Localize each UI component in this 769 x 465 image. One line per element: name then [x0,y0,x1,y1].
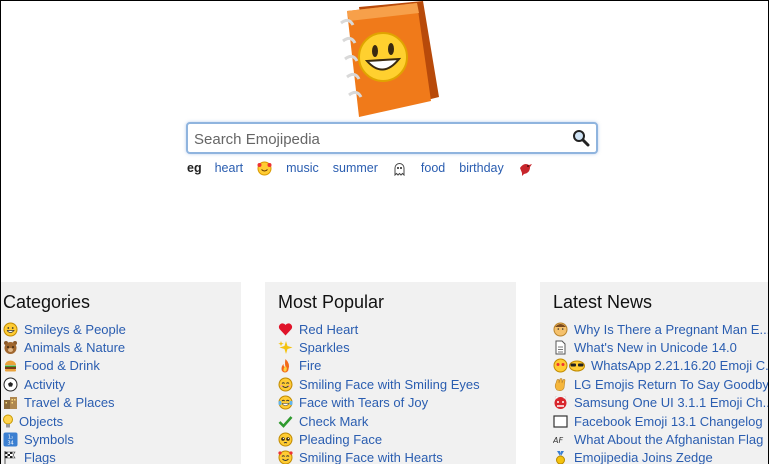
ghost-icon[interactable] [392,161,407,176]
list-item[interactable]: Fire [278,357,480,375]
list-item[interactable]: Facebook Emoji 13.1 Changelog [553,412,768,430]
medal-icon [553,450,568,464]
list-item[interactable]: Smiling Face with Hearts [278,449,480,464]
popular-link[interactable]: Pleading Face [299,432,382,447]
input-symbols-icon: 1₂ 34 [3,432,18,447]
list-item[interactable]: Food & Drink [3,357,126,375]
light-bulb-icon [3,414,13,429]
af-flag-icon: AF [553,432,568,447]
list-item[interactable]: What's New in Unicode 14.0 [553,338,768,356]
whatsapp-faces-icon [553,358,585,373]
category-link[interactable]: Activity [24,377,65,392]
news-link[interactable]: What's New in Unicode 14.0 [574,340,737,355]
page-icon [553,340,568,355]
red-heart-icon [278,322,293,337]
square-icon [553,414,568,429]
list-item[interactable]: Objects [3,412,126,430]
list-item[interactable]: Samsung One UI 3.1.1 Emoji Ch... [553,394,768,412]
most-popular-list: Red Heart Sparkles Fire Smiling Face wit… [278,320,480,464]
latest-news-panel: Latest News Why Is There a Pregnant Man … [540,282,768,464]
suggestion-summer[interactable]: summer [333,161,378,175]
search-suggestions: eg heart music summer food birthday [187,159,547,177]
smiling-eyes-icon [278,377,293,392]
popular-link[interactable]: Red Heart [299,322,358,337]
list-item[interactable]: LG Emojis Return To Say Goodbye [553,375,768,393]
suggestion-food[interactable]: food [421,161,445,175]
category-link[interactable]: Objects [19,414,63,429]
fire-icon [278,358,293,373]
list-item[interactable]: AF What About the Afghanistan Flag ... [553,430,768,448]
news-link[interactable]: Why Is There a Pregnant Man E... [574,322,768,337]
list-item[interactable]: Emojipedia Joins Zedge [553,449,768,464]
popular-link[interactable]: Smiling Face with Smiling Eyes [299,377,480,392]
svg-text:AF: AF [553,436,563,445]
bird-icon[interactable] [518,161,533,176]
emojipedia-logo-icon[interactable] [331,1,443,117]
list-item[interactable]: Face with Tears of Joy [278,394,480,412]
list-item[interactable]: 1₂ 34 Symbols [3,430,126,448]
sparkles-icon [278,340,293,355]
page: eg heart music summer food birthday Cate… [0,0,769,464]
pleading-face-icon [278,432,293,447]
most-popular-title: Most Popular [278,292,385,312]
popular-link[interactable]: Check Mark [299,414,368,429]
svg-text:34: 34 [7,441,13,447]
check-mark-icon [278,414,293,429]
list-item[interactable]: Red Heart [278,320,480,338]
suggestion-birthday[interactable]: birthday [459,161,503,175]
pregnant-man-icon [553,322,568,337]
news-link[interactable]: Emojipedia Joins Zedge [574,450,713,464]
popular-link[interactable]: Face with Tears of Joy [299,395,428,410]
grinning-face-icon [3,322,18,337]
news-link[interactable]: Facebook Emoji 13.1 Changelog [574,414,763,429]
ogre-icon [553,395,568,410]
hamburger-icon [3,358,18,373]
bear-icon [3,340,18,355]
latest-news-title: Latest News [553,292,653,312]
smiling-face-with-hearts-icon[interactable] [257,161,272,176]
list-item[interactable]: WhatsApp 2.21.16.20 Emoji C... [553,357,768,375]
category-link[interactable]: Animals & Nature [24,340,125,355]
smiling-face-with-hearts-icon [278,450,293,464]
categories-list: Smileys & People Animals & Nature Food &… [3,320,126,464]
categories-panel: Categories Smileys & People Animals & Na… [1,282,241,464]
category-link[interactable]: Symbols [24,432,74,447]
list-item[interactable]: Animals & Nature [3,338,126,356]
search-box [186,122,598,154]
list-item[interactable]: Sparkles [278,338,480,356]
suggestion-heart[interactable]: heart [215,161,244,175]
category-link[interactable]: Food & Drink [24,358,100,373]
most-popular-panel: Most Popular Red Heart Sparkles Fire Smi… [265,282,516,464]
popular-link[interactable]: Sparkles [299,340,350,355]
news-link[interactable]: What About the Afghanistan Flag ... [574,432,768,447]
list-item[interactable]: Smiling Face with Smiling Eyes [278,375,480,393]
tears-of-joy-icon [278,395,293,410]
list-item[interactable]: Why Is There a Pregnant Man E... [553,320,768,338]
news-link[interactable]: WhatsApp 2.21.16.20 Emoji C... [591,358,768,373]
search-icon[interactable] [572,129,590,147]
list-item[interactable]: Flags [3,449,126,464]
list-item[interactable]: Activity [3,375,126,393]
category-link[interactable]: Travel & Places [24,395,115,410]
category-link[interactable]: Flags [24,450,56,464]
buildings-icon [3,395,18,410]
suggestion-prefix: eg [187,161,202,175]
waving-hand-icon [553,377,568,392]
list-item[interactable]: Pleading Face [278,430,480,448]
search-input[interactable] [192,127,556,151]
news-link[interactable]: Samsung One UI 3.1.1 Emoji Ch... [574,395,768,410]
suggestion-music[interactable]: music [286,161,319,175]
popular-link[interactable]: Fire [299,358,321,373]
category-link[interactable]: Smileys & People [24,322,126,337]
popular-link[interactable]: Smiling Face with Hearts [299,450,443,464]
news-link[interactable]: LG Emojis Return To Say Goodbye [574,377,768,392]
flag-icon [3,450,18,464]
soccer-ball-icon [3,377,18,392]
latest-news-list: Why Is There a Pregnant Man E... What's … [553,320,768,464]
list-item[interactable]: Smileys & People [3,320,126,338]
list-item[interactable]: Travel & Places [3,394,126,412]
categories-title: Categories [3,292,91,312]
list-item[interactable]: Check Mark [278,412,480,430]
